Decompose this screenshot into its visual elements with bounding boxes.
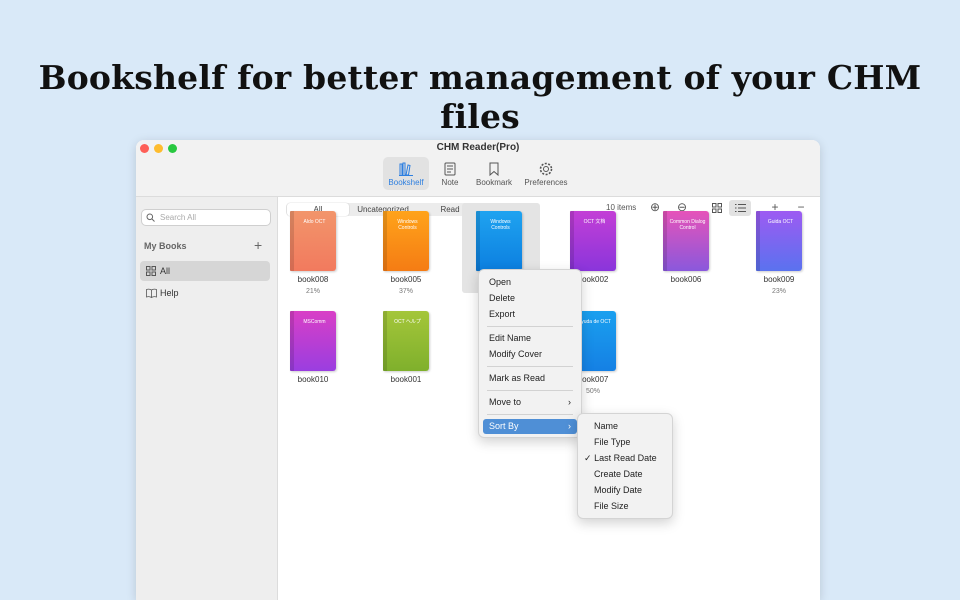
- menu-separator: [487, 390, 573, 391]
- book-name: book001: [390, 375, 422, 384]
- menu-item-move-to[interactable]: Move to ›: [483, 395, 577, 410]
- book-cover[interactable]: OCT 文档: [570, 211, 616, 271]
- sort-option-last-read-date-label: Last Read Date: [594, 453, 657, 463]
- menu-item-move-to-label: Move to: [489, 397, 522, 407]
- book-cover[interactable]: Guida OCT: [756, 211, 802, 271]
- toolbar-note-button[interactable]: Note: [435, 157, 465, 190]
- bookmark-icon: [489, 162, 499, 177]
- toolbar-bookmark-label: Bookmark: [475, 178, 512, 187]
- book-cover-title: Common Dialog Control: [669, 219, 706, 231]
- book-name: book006: [670, 275, 702, 284]
- list-view-icon: [734, 204, 746, 212]
- add-category-button[interactable]: +: [254, 237, 262, 253]
- menu-item-delete[interactable]: Delete: [483, 291, 577, 306]
- menu-item-edit-name[interactable]: Edit Name: [483, 331, 577, 346]
- book-cover[interactable]: Aldo OCT: [290, 211, 336, 271]
- bookshelf-icon: [399, 162, 413, 176]
- book-cover-title: OCT 文档: [583, 219, 606, 225]
- chevron-right-icon: ›: [568, 421, 571, 431]
- list-view-button[interactable]: [729, 200, 751, 216]
- toolbar-preferences-button[interactable]: Preferences: [520, 157, 572, 190]
- sort-option-name[interactable]: Name: [582, 419, 670, 434]
- window-title: CHM Reader(Pro): [436, 142, 520, 153]
- search-input[interactable]: Search All: [141, 209, 271, 226]
- toolbar-bookmark-button[interactable]: Bookmark: [472, 157, 516, 190]
- menu-separator: [487, 414, 573, 415]
- book-name: book005: [390, 275, 422, 284]
- book-cover[interactable]: OCT ヘルプ: [383, 311, 429, 371]
- menu-item-sort-by-label: Sort By: [489, 421, 519, 431]
- grid-view-button[interactable]: [708, 200, 726, 216]
- book-progress: 21%: [305, 288, 320, 295]
- book-cover-title: Guida OCT: [767, 219, 794, 225]
- book-name: book009: [763, 275, 795, 284]
- toolbar-bookshelf-label: Bookshelf: [388, 178, 424, 187]
- title-bar: CHM Reader(Pro) Bookshelf Note Bookmark …: [136, 140, 820, 197]
- book-cover[interactable]: MSComm: [290, 311, 336, 371]
- book-cover-title: Windows Controls: [490, 219, 511, 231]
- book-progress: 23%: [771, 288, 786, 295]
- sort-option-create-date[interactable]: Create Date: [582, 467, 670, 482]
- book-progress: 37%: [398, 288, 413, 295]
- sidebar-item-help-label: Help: [160, 288, 179, 298]
- menu-item-modify-cover[interactable]: Modify Cover: [483, 347, 577, 362]
- book-cover[interactable]: Windows Controls: [476, 211, 522, 271]
- my-books-heading: My Books: [144, 241, 187, 251]
- grid-view-icon: [712, 203, 722, 213]
- sort-option-file-size[interactable]: File Size: [582, 499, 670, 514]
- sort-option-modify-date[interactable]: Modify Date: [582, 483, 670, 498]
- menu-separator: [487, 366, 573, 367]
- sort-submenu: Name File Type ✓ Last Read Date Create D…: [577, 413, 673, 519]
- grid-icon: [146, 266, 156, 276]
- sort-option-last-read-date[interactable]: ✓ Last Read Date: [582, 451, 670, 466]
- book-cover-title: MSComm: [303, 319, 326, 325]
- menu-item-mark-as-read[interactable]: Mark as Read: [483, 371, 577, 386]
- toolbar-preferences-label: Preferences: [524, 178, 568, 187]
- search-placeholder: Search All: [160, 213, 197, 222]
- gear-icon: [539, 162, 553, 176]
- search-icon: [146, 213, 155, 222]
- book-name: book010: [297, 375, 329, 384]
- checkmark-icon: ✓: [584, 453, 592, 463]
- sidebar-item-all-label: All: [160, 266, 171, 276]
- sort-option-file-type[interactable]: File Type: [582, 435, 670, 450]
- context-menu: Open Delete Export Edit Name Modify Cove…: [478, 269, 582, 438]
- sidebar-item-all[interactable]: All: [140, 261, 270, 281]
- book-open-icon: [146, 288, 157, 298]
- sidebar: Search All My Books + All Help: [136, 197, 278, 600]
- book-cover-title: Aldo OCT: [303, 219, 326, 225]
- menu-separator: [487, 326, 573, 327]
- book-cover[interactable]: Windows Controls: [383, 211, 429, 271]
- zoom-in-button[interactable]: ⊕: [646, 200, 664, 216]
- sidebar-item-help[interactable]: Help: [140, 283, 270, 303]
- book-cover-title: OCT ヘルプ: [394, 319, 421, 325]
- book-cover-title: Windows Controls: [397, 219, 418, 231]
- toolbar-bookshelf-button[interactable]: Bookshelf: [383, 157, 429, 190]
- menu-item-open[interactable]: Open: [483, 275, 577, 290]
- page-headline: Bookshelf for better management of your …: [38, 58, 922, 136]
- toolbar-note-label: Note: [441, 178, 459, 187]
- menu-item-sort-by[interactable]: Sort By ›: [483, 419, 577, 434]
- note-icon: [444, 162, 456, 176]
- chevron-right-icon: ›: [568, 397, 571, 407]
- menu-item-export[interactable]: Export: [483, 307, 577, 322]
- book-cover[interactable]: Common Dialog Control: [663, 211, 709, 271]
- book-name: book008: [297, 275, 329, 284]
